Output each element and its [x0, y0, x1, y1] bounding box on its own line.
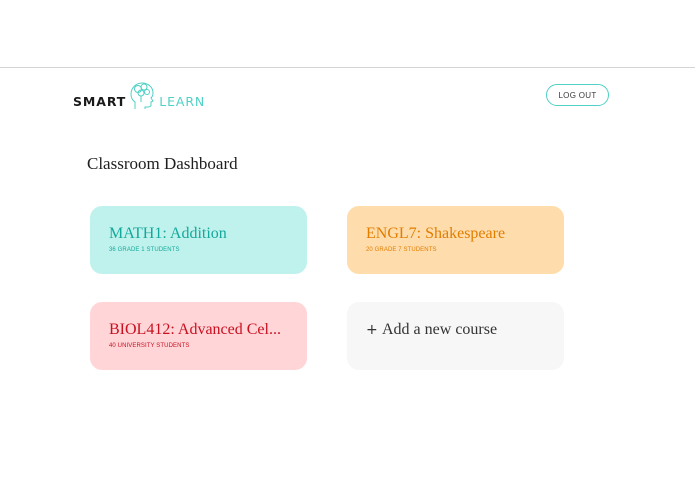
head-with-bubbles-icon: [130, 82, 154, 109]
course-card-math1[interactable]: MATH1: Addition 36 GRADE 1 STUDENTS: [90, 206, 307, 274]
course-title: BIOL412: Advanced Cel...: [109, 321, 281, 338]
course-student-count: 20 GRADE 7 STUDENTS: [366, 247, 437, 253]
logout-button[interactable]: LOG OUT: [546, 84, 609, 106]
add-course-row: + Add a new course: [366, 321, 545, 339]
course-title: MATH1: Addition: [109, 225, 227, 242]
plus-icon: +: [366, 322, 378, 338]
page-title: Classroom Dashboard: [87, 154, 238, 173]
header-divider: [0, 67, 695, 68]
course-student-count: 40 UNIVERSITY STUDENTS: [109, 343, 190, 349]
add-course-label: Add a new course: [382, 321, 498, 338]
logo[interactable]: SMART LEARN: [73, 80, 205, 110]
course-student-count: 36 GRADE 1 STUDENTS: [109, 247, 180, 253]
course-card-biol412[interactable]: BIOL412: Advanced Cel... 40 UNIVERSITY S…: [90, 302, 307, 370]
course-card-engl7[interactable]: ENGL7: Shakespeare 20 GRADE 7 STUDENTS: [347, 206, 564, 274]
logo-word-learn: LEARN: [159, 94, 206, 109]
add-course-button[interactable]: + Add a new course: [347, 302, 564, 370]
logo-word-smart: SMART: [73, 94, 127, 109]
course-title: ENGL7: Shakespeare: [366, 225, 506, 242]
